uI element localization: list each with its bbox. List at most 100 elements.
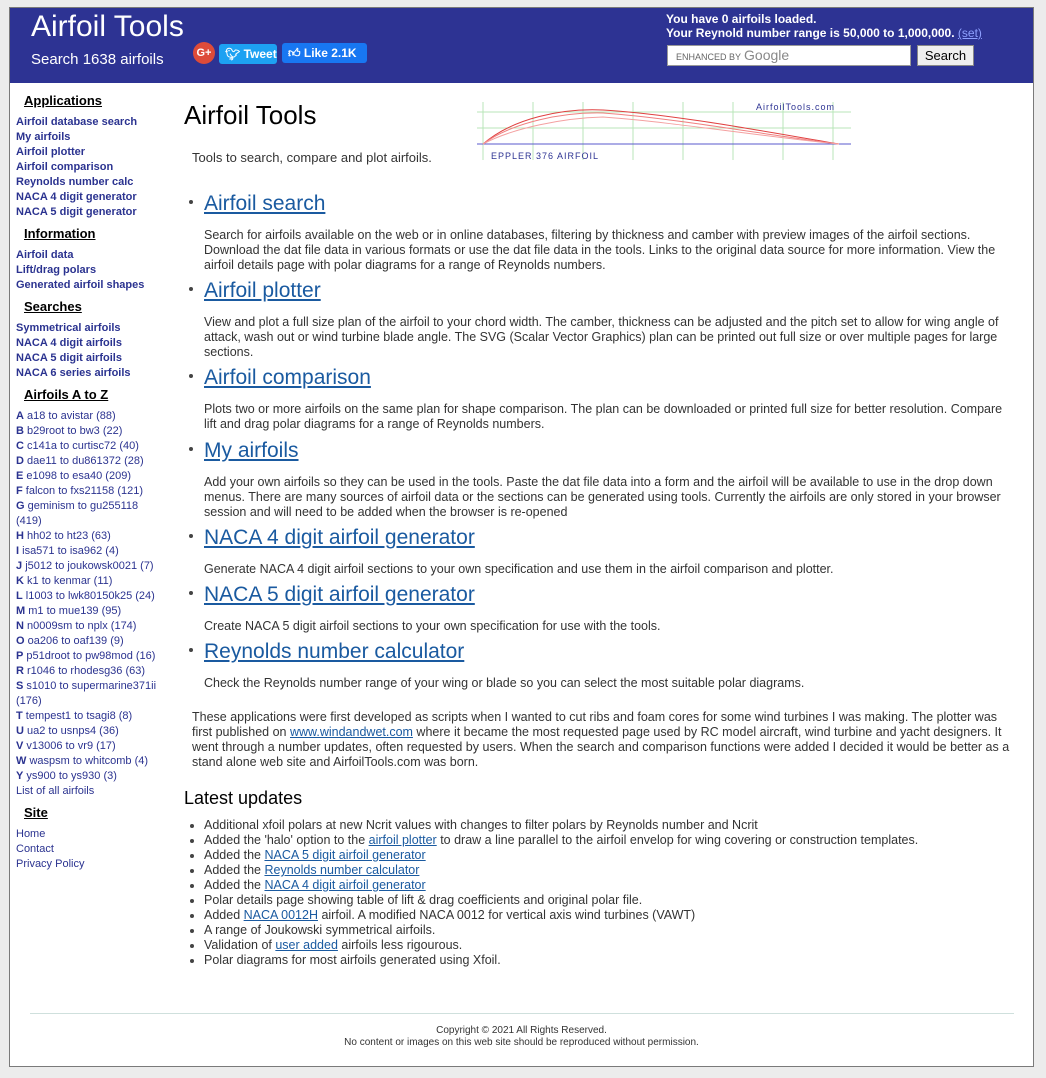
- sidebar-az-item[interactable]: A a18 to avistar (88): [16, 409, 166, 424]
- az-range: hh02 to ht23 (63): [27, 530, 111, 542]
- az-letter: S: [16, 680, 24, 692]
- sidebar-az-item[interactable]: C c141a to curtisc72 (40): [16, 439, 166, 454]
- sidebar-heading-applications: Applications: [24, 93, 103, 108]
- site-title[interactable]: Airfoil Tools: [31, 10, 184, 44]
- sidebar-item-2[interactable]: Airfoil plotter: [16, 145, 166, 160]
- update-item: Added the Reynolds number calculator: [190, 863, 1024, 878]
- update-link[interactable]: airfoil plotter: [369, 833, 437, 847]
- page-frame: Airfoil Tools Search 1638 airfoils G+ 🐦︎…: [9, 7, 1034, 1067]
- copyright-text: Copyright © 2021 All Rights Reserved.: [436, 1025, 607, 1036]
- set-reynolds-link[interactable]: (set): [958, 26, 982, 40]
- page-title: Airfoil Tools: [184, 100, 317, 130]
- az-range: tempest1 to tsagi8 (8): [25, 710, 133, 722]
- bullet-icon: [189, 374, 193, 378]
- sidebar-heading-a-to-z: Airfoils A to Z: [24, 387, 109, 402]
- sidebar-az-item[interactable]: J j5012 to joukowsk0021 (7): [16, 559, 166, 574]
- sidebar-az-item[interactable]: F falcon to fxs21158 (121): [16, 484, 166, 499]
- sidebar-site-0[interactable]: Home: [16, 827, 166, 842]
- sidebar-az-item[interactable]: T tempest1 to tsagi8 (8): [16, 709, 166, 724]
- az-letter: V: [16, 740, 24, 752]
- sidebar-az-item[interactable]: I isa571 to isa962 (4): [16, 544, 166, 559]
- sidebar-item-3[interactable]: Airfoil comparison: [16, 160, 166, 175]
- sidebar-az-item[interactable]: P p51droot to pw98mod (16): [16, 649, 166, 664]
- latest-updates-heading: Latest updates: [184, 788, 303, 808]
- facebook-like-button[interactable]: 👍︎ Like 2.1K: [282, 43, 367, 63]
- google-plus-button[interactable]: G+: [193, 42, 215, 64]
- az-range: c141a to curtisc72 (40): [27, 440, 139, 452]
- sidebar-az-item[interactable]: H hh02 to ht23 (63): [16, 529, 166, 544]
- sidebar-item-1[interactable]: My airfoils: [16, 130, 166, 145]
- google-search-input[interactable]: ENHANCED BY Google: [667, 45, 911, 66]
- sidebar-az-item[interactable]: List of all airfoils: [16, 784, 166, 799]
- naca5-generator-link[interactable]: NACA 5 digit airfoil generator: [204, 583, 475, 607]
- az-range: oa206 to oaf139 (9): [27, 635, 124, 647]
- sidebar-item-info-2[interactable]: Generated airfoil shapes: [16, 278, 166, 293]
- reynolds-calculator-link[interactable]: Reynolds number calculator: [204, 640, 464, 664]
- az-range: j5012 to joukowsk0021 (7): [25, 560, 154, 572]
- az-letter: A: [16, 410, 24, 422]
- tweet-button[interactable]: 🐦︎ Tweet: [219, 44, 277, 64]
- update-link[interactable]: NACA 0012H: [244, 908, 318, 922]
- sidebar-az-item[interactable]: V v13006 to vr9 (17): [16, 739, 166, 754]
- airfoil-plotter-link[interactable]: Airfoil plotter: [204, 279, 321, 303]
- bullet-icon: [189, 648, 193, 652]
- sidebar-item-search-2[interactable]: NACA 5 digit airfoils: [16, 351, 166, 366]
- sidebar-item-6[interactable]: NACA 5 digit generator: [16, 205, 166, 220]
- airfoil-comparison-description: Plots two or more airfoils on the same p…: [204, 402, 1003, 431]
- sidebar-az-item[interactable]: Y ys900 to ys930 (3): [16, 769, 166, 784]
- az-range: r1046 to rhodesg36 (63): [27, 665, 146, 677]
- update-text: Added the: [204, 878, 265, 892]
- sidebar-item-0[interactable]: Airfoil database search: [16, 115, 166, 130]
- sidebar-item-info-0[interactable]: Airfoil data: [16, 248, 166, 263]
- sidebar-az-item[interactable]: M m1 to mue139 (95): [16, 604, 166, 619]
- bullet-icon: [189, 447, 193, 451]
- sidebar-az-item[interactable]: K k1 to kenmar (11): [16, 574, 166, 589]
- airfoil-comparison-link[interactable]: Airfoil comparison: [204, 366, 371, 390]
- sidebar-az-item[interactable]: R r1046 to rhodesg36 (63): [16, 664, 166, 679]
- update-link[interactable]: user added: [275, 938, 338, 952]
- sidebar-item-5[interactable]: NACA 4 digit generator: [16, 190, 166, 205]
- sidebar-az-item[interactable]: U ua2 to usnps4 (36): [16, 724, 166, 739]
- naca4-generator-link[interactable]: NACA 4 digit airfoil generator: [204, 526, 475, 550]
- copyright-notice: No content or images on this web site sh…: [344, 1037, 699, 1048]
- az-range: l1003 to lwk80150k25 (24): [25, 590, 155, 602]
- sidebar-az-item[interactable]: S s1010 to supermarine371ii: [16, 679, 166, 694]
- sidebar-az-item[interactable]: B b29root to bw3 (22): [16, 424, 166, 439]
- airfoil-banner-image: AirfoilTools.com EPPLER 376 AIRFOIL: [477, 102, 851, 161]
- az-range: isa571 to isa962 (4): [22, 545, 119, 557]
- update-link[interactable]: NACA 5 digit airfoil generator: [264, 848, 425, 862]
- update-link[interactable]: NACA 4 digit airfoil generator: [264, 878, 425, 892]
- update-text: A range of Joukowski symmetrical airfoil…: [204, 923, 436, 937]
- sidebar-az-item[interactable]: D dae11 to du861372 (28): [16, 454, 166, 469]
- search-button[interactable]: Search: [917, 45, 974, 66]
- sidebar-az-item[interactable]: E e1098 to esa40 (209): [16, 469, 166, 484]
- az-range: n0009sm to nplx (174): [27, 620, 137, 632]
- az-letter: G: [16, 500, 25, 512]
- naca4-generator-description: Generate NACA 4 digit airfoil sections t…: [204, 562, 834, 576]
- sidebar: Applications Airfoil database search My ai…: [16, 93, 166, 872]
- sidebar-item-search-3[interactable]: NACA 6 series airfoils: [16, 366, 166, 381]
- sidebar-item-4[interactable]: Reynolds number calc: [16, 175, 166, 190]
- airfoil-search-link[interactable]: Airfoil search: [204, 192, 325, 216]
- sidebar-az-item[interactable]: G geminism to gu255118: [16, 499, 166, 514]
- sidebar-item-info-1[interactable]: Lift/drag polars: [16, 263, 166, 278]
- update-item: Polar diagrams for most airfoils generat…: [190, 953, 1024, 968]
- sidebar-az-item[interactable]: O oa206 to oaf139 (9): [16, 634, 166, 649]
- sidebar-az-item[interactable]: (419): [16, 514, 166, 529]
- sidebar-az-item[interactable]: W waspsm to whitcomb (4): [16, 754, 166, 769]
- sidebar-az-item[interactable]: (176): [16, 694, 166, 709]
- sidebar-az-item[interactable]: N n0009sm to nplx (174): [16, 619, 166, 634]
- latest-updates-list: Additional xfoil polars at new Ncrit val…: [190, 818, 1024, 968]
- my-airfoils-link[interactable]: My airfoils: [204, 439, 299, 463]
- banner-brand: AirfoilTools.com: [756, 102, 835, 112]
- sidebar-site-1[interactable]: Contact: [16, 842, 166, 857]
- sidebar-item-search-1[interactable]: NACA 4 digit airfoils: [16, 336, 166, 351]
- sidebar-item-search-0[interactable]: Symmetrical airfoils: [16, 321, 166, 336]
- windandwet-link[interactable]: www.windandwet.com: [290, 725, 413, 739]
- airfoils-loaded-text: You have 0 airfoils loaded.: [666, 12, 817, 26]
- site-header: Airfoil Tools Search 1638 airfoils G+ 🐦︎…: [10, 8, 1033, 83]
- reynolds-calculator-description: Check the Reynolds number range of your …: [204, 676, 805, 690]
- sidebar-site-2[interactable]: Privacy Policy: [16, 857, 166, 872]
- update-link[interactable]: Reynolds number calculator: [264, 863, 419, 877]
- sidebar-az-item[interactable]: L l1003 to lwk80150k25 (24): [16, 589, 166, 604]
